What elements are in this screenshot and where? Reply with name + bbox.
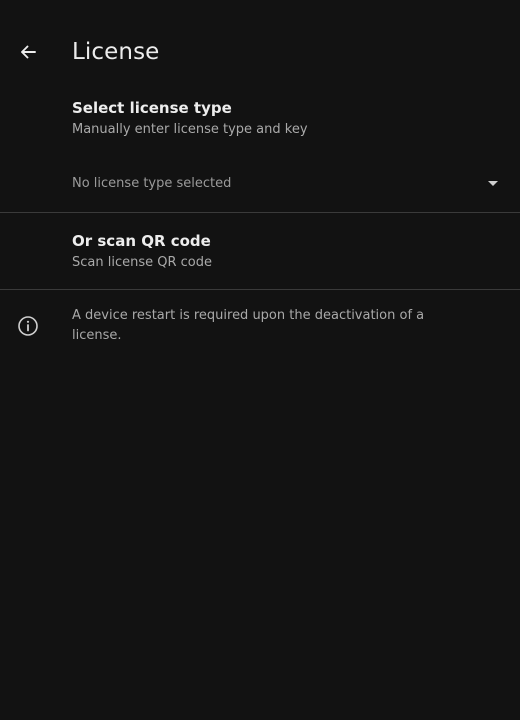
info-text: A device restart is required upon the de… bbox=[72, 308, 425, 343]
scan-qr-subtitle: Scan license QR code bbox=[72, 255, 212, 270]
info-icon bbox=[18, 316, 38, 336]
caret-down-icon bbox=[488, 181, 498, 186]
app-bar: License bbox=[0, 0, 520, 104]
scan-qr-code-item[interactable]: Or scan QR code Scan license QR code bbox=[0, 213, 520, 289]
back-button[interactable] bbox=[12, 36, 44, 68]
license-type-dropdown[interactable]: No license type selected bbox=[72, 170, 502, 198]
license-type-selected-value: No license type selected bbox=[72, 176, 232, 191]
arrow-left-icon bbox=[21, 45, 36, 59]
scan-qr-title: Or scan QR code bbox=[72, 232, 211, 250]
license-type-subtitle: Manually enter license type and key bbox=[72, 122, 308, 137]
license-type-title: Select license type bbox=[72, 99, 232, 117]
divider bbox=[0, 289, 520, 290]
page-title: License bbox=[72, 39, 160, 65]
